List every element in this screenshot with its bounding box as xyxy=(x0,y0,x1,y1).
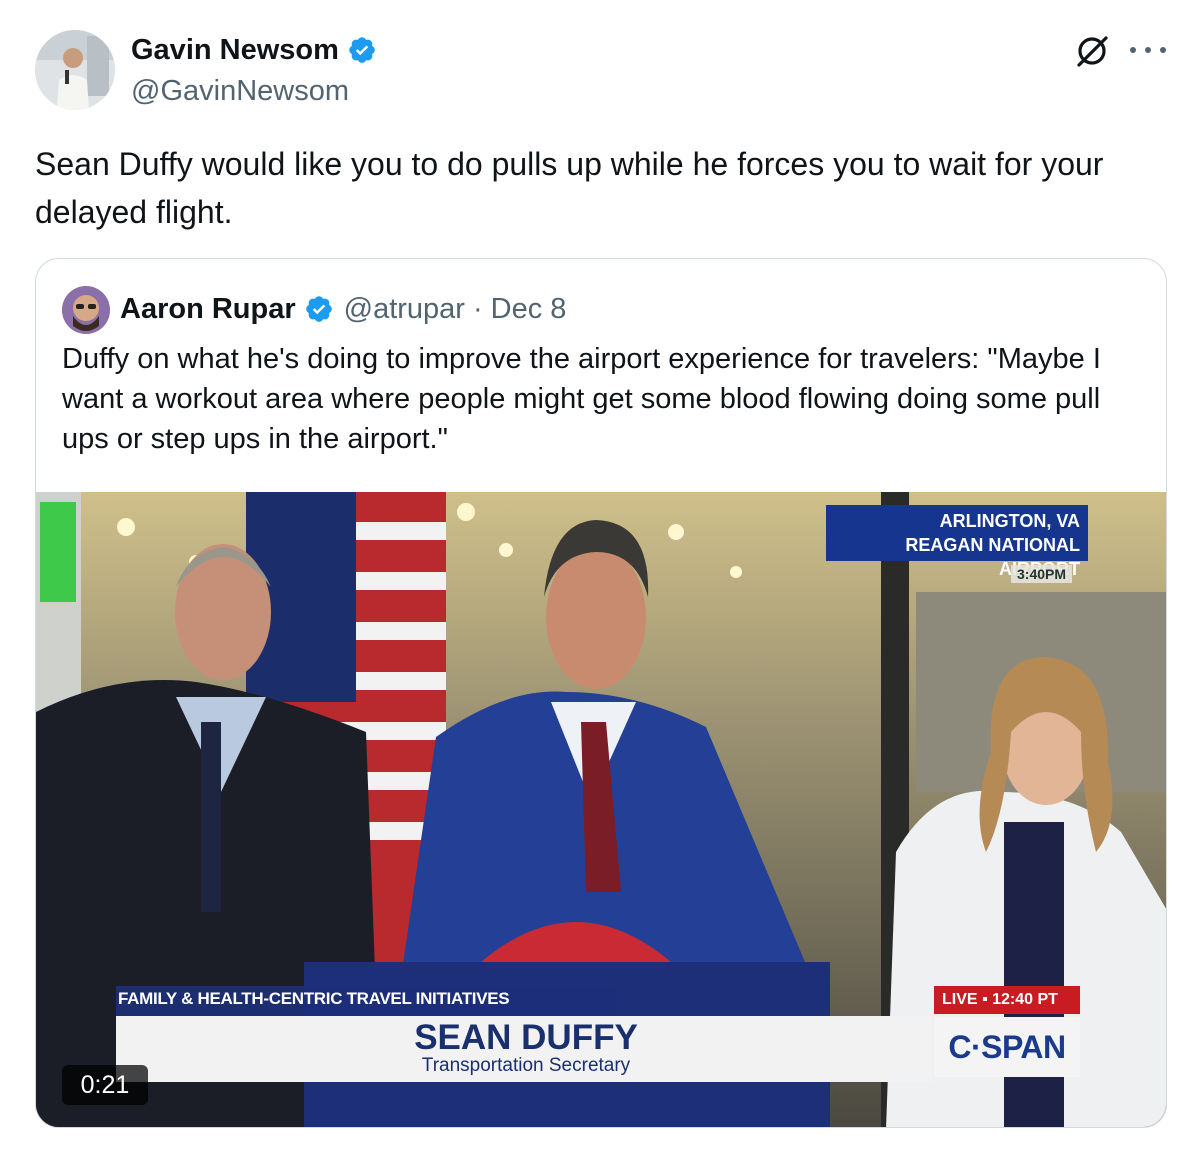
quoted-tweet-date[interactable]: Dec 8 xyxy=(491,293,567,326)
verified-badge-icon xyxy=(304,294,334,324)
location-time: 3:40PM xyxy=(1011,565,1073,583)
tweet: Gavin Newsom @GavinNewsom Sean Duffy wou… xyxy=(0,0,1186,1150)
author-name[interactable]: Gavin Newsom xyxy=(131,32,377,68)
location-banner: ARLINGTON, VA REAGAN NATIONAL AIRPORT xyxy=(826,505,1088,579)
verified-badge-icon xyxy=(347,35,377,65)
lower-third-title: Transportation Secretary xyxy=(421,1055,631,1076)
quoted-tweet[interactable]: Aaron Rupar @atrupar · Dec 8 Duffy on wh… xyxy=(35,258,1167,1128)
more-options-icon[interactable] xyxy=(1130,38,1166,62)
tweet-text: Sean Duffy would like you to do pulls up… xyxy=(35,146,1104,230)
quoted-tweet-text: Duffy on what he's doing to improve the … xyxy=(62,343,1101,455)
lower-third-name: SEAN DUFFY xyxy=(414,1018,638,1057)
quoted-author-name[interactable]: Aaron Rupar xyxy=(120,293,296,326)
quoted-author-avatar[interactable] xyxy=(62,286,110,334)
quoted-author-handle[interactable]: @atrupar xyxy=(344,293,465,326)
live-badge: LIVE ▪ 12:40 PT xyxy=(934,986,1080,1014)
author-handle[interactable]: @GavinNewsom xyxy=(131,74,349,108)
separator-dot: · xyxy=(472,292,483,325)
quoted-tweet-header: Aaron Rupar @atrupar · Dec 8 xyxy=(120,289,566,329)
video-duration: 0:21 xyxy=(62,1065,148,1105)
lower-third-topic: FAMILY & HEALTH-CENTRIC TRAVEL INITIATIV… xyxy=(118,989,510,1008)
author-avatar[interactable] xyxy=(35,30,115,110)
grok-icon[interactable] xyxy=(1073,32,1111,70)
video-player[interactable]: ARLINGTON, VA REAGAN NATIONAL AIRPORT 3:… xyxy=(36,492,1166,1127)
location-line1: ARLINGTON, VA xyxy=(939,511,1080,531)
network-logo: C·SPAN xyxy=(934,1017,1080,1077)
author-name-text[interactable]: Gavin Newsom xyxy=(131,32,339,68)
